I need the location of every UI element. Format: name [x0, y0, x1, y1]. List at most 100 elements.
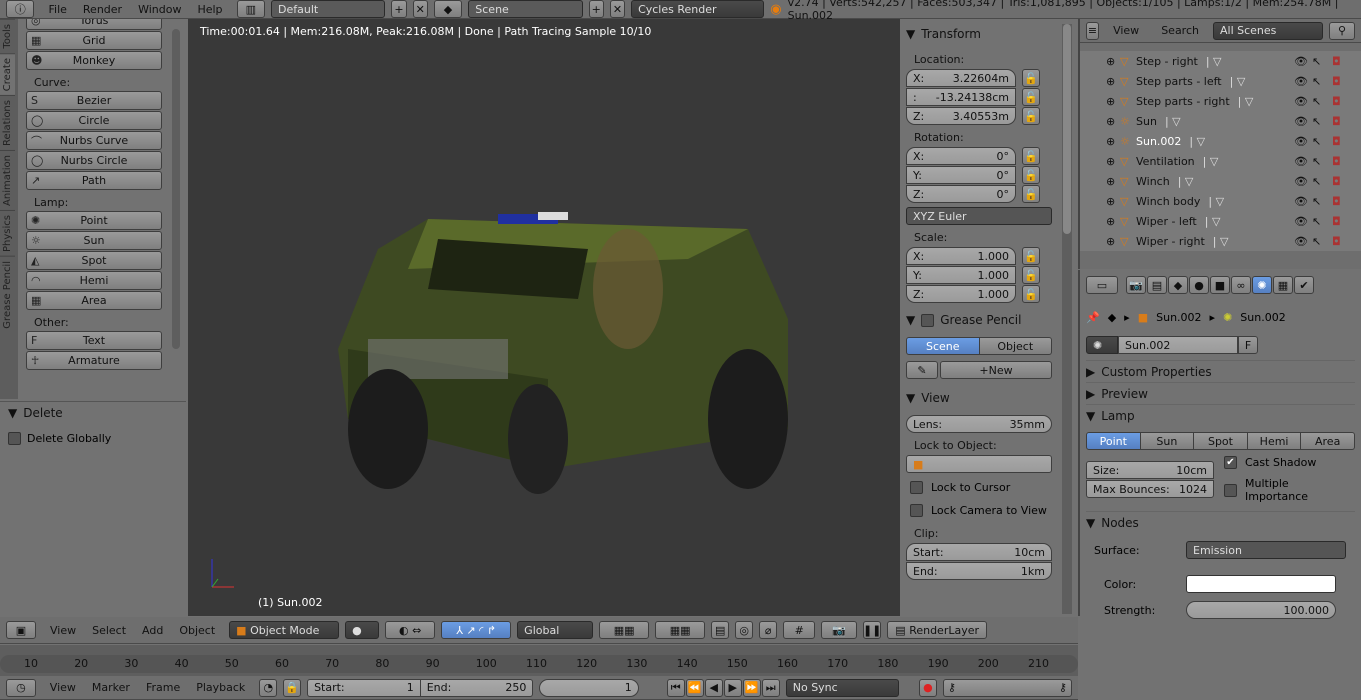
renderable-camera-icon[interactable]: ◘ — [1332, 115, 1341, 128]
record-icon[interactable]: ● — [919, 678, 937, 697]
rot-field-0[interactable]: X: 0° — [906, 147, 1016, 165]
editor-type-button[interactable]: ≡ — [1086, 21, 1100, 40]
tool-armature[interactable]: ☥ Armature — [26, 351, 162, 370]
3d-viewport[interactable]: Time:00:01.64 | Mem:216.08M, Peak:216.08… — [188, 19, 900, 616]
render-tab-icon[interactable]: 📷 — [1126, 276, 1146, 294]
renderable-camera-icon[interactable]: ◘ — [1332, 215, 1341, 228]
lock-icon[interactable]: 🔒 — [283, 678, 302, 697]
layers-grid-2[interactable]: ▦▦ — [655, 621, 706, 639]
outliner-filter-dropdown[interactable]: All Scenes — [1212, 21, 1323, 40]
tab-relations[interactable]: Relations — [0, 94, 15, 150]
menu-window[interactable]: Window — [130, 3, 189, 16]
selectable-cursor-icon[interactable]: ↖ — [1312, 75, 1321, 88]
scl-lock-icon[interactable]: 🔓 — [1022, 285, 1040, 303]
scene-field[interactable]: Scene — [468, 0, 583, 18]
toolshelf-scrollbar[interactable] — [172, 29, 180, 349]
strength-field[interactable]: 100.000 — [1186, 601, 1336, 619]
sync-dropdown[interactable]: No Sync — [785, 678, 899, 697]
timeline[interactable]: 10 20 30 40 50 60 70 80 90 100 110 120 130 140 150 160 1… — [0, 645, 1078, 676]
cast-shadow-checkbox[interactable]: ✔ Cast Shadow — [1224, 456, 1355, 469]
render-opengl-icons[interactable]: 📷 — [821, 621, 858, 639]
lamp-panel-header[interactable]: ▼ Lamp — [1086, 404, 1355, 426]
orientation-dropdown[interactable]: Global — [517, 621, 594, 639]
surface-dropdown[interactable]: Emission — [1186, 541, 1346, 559]
expand-icon[interactable]: ⊕ — [1106, 55, 1120, 68]
expand-icon[interactable]: ⊕ — [1106, 75, 1120, 88]
gp-new-button[interactable]: + New — [940, 361, 1052, 379]
tool-nurbs-curve[interactable]: ⌒ Nurbs Curve — [26, 131, 162, 150]
lock-camera-checkbox[interactable]: Lock Camera to View — [910, 504, 1054, 517]
renderable-camera-icon[interactable]: ◘ — [1332, 175, 1341, 188]
tool-path[interactable]: ↗ Path — [26, 171, 162, 190]
tool-text[interactable]: F Text — [26, 331, 162, 350]
tab-physics[interactable]: Physics — [0, 209, 15, 256]
outliner-item[interactable]: ⊕ ▽ Step - right | ▽ 👁 ↖ ◘ — [1106, 51, 1361, 71]
menu-help[interactable]: Help — [189, 3, 230, 16]
outliner-item[interactable]: ⊕ ▽ Wiper - left | ▽ 👁 ↖ ◘ — [1106, 211, 1361, 231]
editor-type-button[interactable]: ▣ — [6, 621, 36, 639]
scl-lock-icon[interactable]: 🔓 — [1022, 266, 1040, 284]
menu-marker[interactable]: Marker — [84, 681, 138, 694]
scene-icon[interactable]: ◆ — [433, 0, 463, 18]
pivot-icon[interactable]: ◐ ⇔ — [385, 621, 436, 639]
expand-icon[interactable]: ⊕ — [1106, 175, 1120, 188]
visibility-eye-icon[interactable]: 👁 — [1294, 115, 1308, 128]
tool-grid[interactable]: ▦ Grid — [26, 31, 162, 50]
selectable-cursor-icon[interactable]: ↖ — [1312, 95, 1321, 108]
tool-hemi[interactable]: ◠ Hemi — [26, 271, 162, 290]
pencil-icon[interactable]: ✎ — [906, 361, 938, 379]
rot-field-2[interactable]: Z: 0° — [906, 185, 1016, 203]
selectable-cursor-icon[interactable]: ↖ — [1312, 235, 1321, 248]
outliner-item[interactable]: ⊕ ▽ Wiper - right | ▽ 👁 ↖ ◘ — [1106, 231, 1361, 251]
lamp-data-tab-icon[interactable]: ✺ — [1252, 276, 1272, 294]
renderable-camera-icon[interactable]: ◘ — [1332, 195, 1341, 208]
add-layout-button[interactable]: + — [391, 0, 407, 18]
expand-icon[interactable]: ⊕ — [1106, 95, 1120, 108]
fake-user-button[interactable]: F — [1238, 336, 1258, 354]
outliner-search-menu[interactable]: Search — [1153, 24, 1207, 37]
menu-object[interactable]: Object — [171, 624, 223, 637]
tool-area[interactable]: ▦ Area — [26, 291, 162, 310]
menu-frame[interactable]: Frame — [138, 681, 188, 694]
outliner-item[interactable]: ⊕ ▽ Winch body | ▽ 👁 ↖ ◘ — [1106, 191, 1361, 211]
gp-scene-tab[interactable]: Scene — [906, 337, 980, 355]
gp-object-tab[interactable]: Object — [979, 337, 1052, 355]
selectable-cursor-icon[interactable]: ↖ — [1312, 155, 1321, 168]
menu-playback[interactable]: Playback — [188, 681, 253, 694]
outliner-item[interactable]: ⊕ ▽ Step parts - left | ▽ 👁 ↖ ◘ — [1106, 71, 1361, 91]
shading-dropdown[interactable]: ● — [345, 621, 380, 639]
editor-type-button[interactable]: ◷ — [6, 678, 36, 697]
object-tab-icon[interactable]: ■ — [1210, 276, 1230, 294]
tool-monkey[interactable]: ☻ Monkey — [26, 51, 162, 70]
lamp-browse-button[interactable]: ✺ — [1086, 336, 1118, 354]
visibility-eye-icon[interactable]: 👁 — [1294, 75, 1308, 88]
render-layers-tab-icon[interactable]: ▤ — [1147, 276, 1167, 294]
expand-icon[interactable]: ⊕ — [1106, 135, 1120, 148]
end-frame-field[interactable]: End: 250 — [420, 678, 534, 697]
screen-layout-icon[interactable]: ▥ — [236, 0, 266, 18]
lock-object-field[interactable]: ■ — [906, 455, 1052, 473]
pause-render-icon[interactable]: ❚❚ — [863, 621, 881, 639]
scl-lock-icon[interactable]: 🔓 — [1022, 247, 1040, 265]
loc-field-1[interactable]: : -13.24138cm — [906, 88, 1016, 106]
shelf-scrollbar[interactable] — [1062, 24, 1072, 614]
clip-end-field[interactable]: End: 1km — [906, 562, 1052, 580]
selectable-cursor-icon[interactable]: ↖ — [1312, 175, 1321, 188]
mode-dropdown[interactable]: ■ Object Mode — [229, 621, 340, 639]
jump-end-icon[interactable]: ⏭ — [761, 678, 780, 697]
scene-tab-icon[interactable]: ◆ — [1168, 276, 1188, 294]
selectable-cursor-icon[interactable]: ↖ — [1312, 195, 1321, 208]
visibility-eye-icon[interactable]: 👁 — [1294, 175, 1308, 188]
lamp-type-point[interactable]: Point — [1086, 432, 1141, 450]
constraints-tab-icon[interactable]: ∞ — [1231, 276, 1251, 294]
grease-pencil-checkbox[interactable] — [921, 313, 935, 327]
lamp-name-field[interactable]: Sun.002 — [1118, 336, 1238, 354]
clip-start-field[interactable]: Start: 10cm — [906, 543, 1052, 561]
prev-keyframe-icon[interactable]: ⏪ — [685, 678, 704, 697]
scl-field-1[interactable]: Y: 1.000 — [906, 266, 1016, 284]
rotation-mode-dropdown[interactable]: XYZ Euler — [906, 207, 1052, 225]
visibility-eye-icon[interactable]: 👁 — [1294, 155, 1308, 168]
loc-field-0[interactable]: X: 3.22604m — [906, 69, 1016, 87]
expand-icon[interactable]: ⊕ — [1106, 155, 1120, 168]
layout-field[interactable]: Default — [271, 0, 386, 18]
